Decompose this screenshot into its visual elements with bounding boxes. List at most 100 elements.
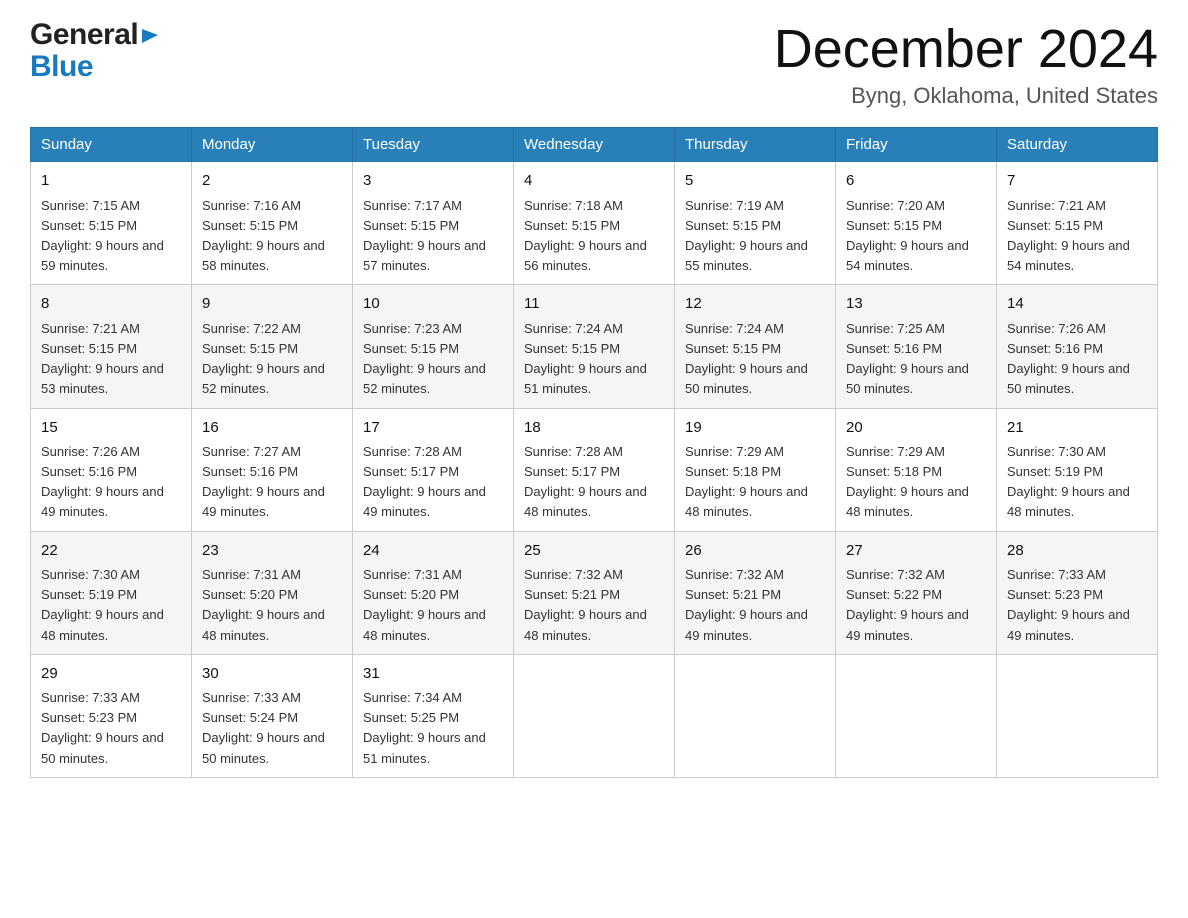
day-number: 13 xyxy=(846,293,986,316)
column-header-wednesday: Wednesday xyxy=(514,128,675,162)
day-number: 18 xyxy=(524,417,664,440)
calendar-cell: 21Sunrise: 7:30 AMSunset: 5:19 PMDayligh… xyxy=(997,408,1158,531)
day-info: Sunrise: 7:26 AMSunset: 5:16 PMDaylight:… xyxy=(41,442,181,523)
day-number: 12 xyxy=(685,293,825,316)
day-info: Sunrise: 7:32 AMSunset: 5:21 PMDaylight:… xyxy=(524,565,664,646)
day-number: 3 xyxy=(363,170,503,193)
day-number: 24 xyxy=(363,540,503,563)
location-subtitle: Byng, Oklahoma, United States xyxy=(774,83,1158,109)
calendar-week-row: 29Sunrise: 7:33 AMSunset: 5:23 PMDayligh… xyxy=(31,654,1158,777)
calendar-cell: 1 Sunrise: 7:15 AMSunset: 5:15 PMDaylight… xyxy=(31,162,192,285)
column-header-monday: Monday xyxy=(192,128,353,162)
day-info: Sunrise: 7:27 AMSunset: 5:16 PMDaylight:… xyxy=(202,442,342,523)
day-info: Sunrise: 7:22 AMSunset: 5:15 PMDaylight:… xyxy=(202,319,342,400)
day-number: 15 xyxy=(41,417,181,440)
calendar-week-row: 8 Sunrise: 7:21 AMSunset: 5:15 PMDaylight… xyxy=(31,285,1158,408)
day-number: 9 xyxy=(202,293,342,316)
day-info: Sunrise: 7:33 AMSunset: 5:23 PMDaylight:… xyxy=(41,688,181,769)
calendar-header-row: SundayMondayTuesdayWednesdayThursdayFrid… xyxy=(31,128,1158,162)
column-header-saturday: Saturday xyxy=(997,128,1158,162)
day-number: 11 xyxy=(524,293,664,316)
column-header-sunday: Sunday xyxy=(31,128,192,162)
day-number: 31 xyxy=(363,663,503,686)
day-info: Sunrise: 7:33 AMSunset: 5:24 PMDaylight:… xyxy=(202,688,342,769)
day-number: 23 xyxy=(202,540,342,563)
day-info: Sunrise: 7:30 AMSunset: 5:19 PMDaylight:… xyxy=(1007,442,1147,523)
calendar-cell: 25Sunrise: 7:32 AMSunset: 5:21 PMDayligh… xyxy=(514,531,675,654)
title-section: December 2024 Byng, Oklahoma, United Sta… xyxy=(774,20,1158,109)
calendar-cell: 19Sunrise: 7:29 AMSunset: 5:18 PMDayligh… xyxy=(675,408,836,531)
calendar-cell: 31Sunrise: 7:34 AMSunset: 5:25 PMDayligh… xyxy=(353,654,514,777)
day-info: Sunrise: 7:32 AMSunset: 5:22 PMDaylight:… xyxy=(846,565,986,646)
calendar-cell: 15Sunrise: 7:26 AMSunset: 5:16 PMDayligh… xyxy=(31,408,192,531)
day-number: 1 xyxy=(41,170,181,193)
day-info: Sunrise: 7:25 AMSunset: 5:16 PMDaylight:… xyxy=(846,319,986,400)
calendar-cell: 28Sunrise: 7:33 AMSunset: 5:23 PMDayligh… xyxy=(997,531,1158,654)
calendar-cell: 10Sunrise: 7:23 AMSunset: 5:15 PMDayligh… xyxy=(353,285,514,408)
logo-general-text: General xyxy=(30,20,138,50)
day-info: Sunrise: 7:20 AMSunset: 5:15 PMDaylight:… xyxy=(846,196,986,277)
calendar-cell: 9 Sunrise: 7:22 AMSunset: 5:15 PMDaylight… xyxy=(192,285,353,408)
calendar-cell: 24Sunrise: 7:31 AMSunset: 5:20 PMDayligh… xyxy=(353,531,514,654)
day-info: Sunrise: 7:21 AMSunset: 5:15 PMDaylight:… xyxy=(41,319,181,400)
day-info: Sunrise: 7:24 AMSunset: 5:15 PMDaylight:… xyxy=(685,319,825,400)
column-header-friday: Friday xyxy=(836,128,997,162)
calendar-cell: 4 Sunrise: 7:18 AMSunset: 5:15 PMDaylight… xyxy=(514,162,675,285)
day-info: Sunrise: 7:31 AMSunset: 5:20 PMDaylight:… xyxy=(363,565,503,646)
calendar-cell: 7 Sunrise: 7:21 AMSunset: 5:15 PMDaylight… xyxy=(997,162,1158,285)
day-number: 8 xyxy=(41,293,181,316)
calendar-cell: 18Sunrise: 7:28 AMSunset: 5:17 PMDayligh… xyxy=(514,408,675,531)
calendar-cell xyxy=(675,654,836,777)
calendar-cell: 12 Sunrise: 7:24 AMSunset: 5:15 PMDayligh… xyxy=(675,285,836,408)
day-number: 27 xyxy=(846,540,986,563)
day-number: 19 xyxy=(685,417,825,440)
day-info: Sunrise: 7:26 AMSunset: 5:16 PMDaylight:… xyxy=(1007,319,1147,400)
calendar-cell: 11 Sunrise: 7:24 AMSunset: 5:15 PMDayligh… xyxy=(514,285,675,408)
calendar-cell: 5Sunrise: 7:19 AMSunset: 5:15 PMDaylight… xyxy=(675,162,836,285)
day-number: 26 xyxy=(685,540,825,563)
calendar-cell: 29Sunrise: 7:33 AMSunset: 5:23 PMDayligh… xyxy=(31,654,192,777)
day-info: Sunrise: 7:15 AMSunset: 5:15 PMDaylight:… xyxy=(41,196,181,277)
calendar-week-row: 22Sunrise: 7:30 AMSunset: 5:19 PMDayligh… xyxy=(31,531,1158,654)
day-number: 5 xyxy=(685,170,825,193)
day-info: Sunrise: 7:33 AMSunset: 5:23 PMDaylight:… xyxy=(1007,565,1147,646)
day-number: 22 xyxy=(41,540,181,563)
day-info: Sunrise: 7:34 AMSunset: 5:25 PMDaylight:… xyxy=(363,688,503,769)
day-number: 2 xyxy=(202,170,342,193)
calendar-cell: 22Sunrise: 7:30 AMSunset: 5:19 PMDayligh… xyxy=(31,531,192,654)
day-number: 4 xyxy=(524,170,664,193)
calendar-cell: 3 Sunrise: 7:17 AMSunset: 5:15 PMDaylight… xyxy=(353,162,514,285)
calendar-cell: 26Sunrise: 7:32 AMSunset: 5:21 PMDayligh… xyxy=(675,531,836,654)
day-info: Sunrise: 7:23 AMSunset: 5:15 PMDaylight:… xyxy=(363,319,503,400)
logo-triangle-icon xyxy=(140,25,160,45)
calendar-cell: 8 Sunrise: 7:21 AMSunset: 5:15 PMDaylight… xyxy=(31,285,192,408)
logo-blue-text: Blue xyxy=(30,50,93,83)
logo: General Blue xyxy=(30,20,160,84)
calendar-table: SundayMondayTuesdayWednesdayThursdayFrid… xyxy=(30,127,1158,777)
calendar-cell: 16Sunrise: 7:27 AMSunset: 5:16 PMDayligh… xyxy=(192,408,353,531)
calendar-cell: 20Sunrise: 7:29 AMSunset: 5:18 PMDayligh… xyxy=(836,408,997,531)
day-number: 6 xyxy=(846,170,986,193)
day-info: Sunrise: 7:29 AMSunset: 5:18 PMDaylight:… xyxy=(846,442,986,523)
page-header: General Blue December 2024 Byng, Oklahom… xyxy=(30,20,1158,109)
day-info: Sunrise: 7:30 AMSunset: 5:19 PMDaylight:… xyxy=(41,565,181,646)
calendar-cell: 6 Sunrise: 7:20 AMSunset: 5:15 PMDaylight… xyxy=(836,162,997,285)
day-info: Sunrise: 7:29 AMSunset: 5:18 PMDaylight:… xyxy=(685,442,825,523)
day-info: Sunrise: 7:21 AMSunset: 5:15 PMDaylight:… xyxy=(1007,196,1147,277)
calendar-week-row: 15Sunrise: 7:26 AMSunset: 5:16 PMDayligh… xyxy=(31,408,1158,531)
day-number: 7 xyxy=(1007,170,1147,193)
column-header-tuesday: Tuesday xyxy=(353,128,514,162)
day-info: Sunrise: 7:28 AMSunset: 5:17 PMDaylight:… xyxy=(524,442,664,523)
month-title: December 2024 xyxy=(774,20,1158,79)
calendar-cell: 13 Sunrise: 7:25 AMSunset: 5:16 PMDayligh… xyxy=(836,285,997,408)
calendar-cell: 23Sunrise: 7:31 AMSunset: 5:20 PMDayligh… xyxy=(192,531,353,654)
calendar-cell: 27Sunrise: 7:32 AMSunset: 5:22 PMDayligh… xyxy=(836,531,997,654)
day-info: Sunrise: 7:24 AMSunset: 5:15 PMDaylight:… xyxy=(524,319,664,400)
day-info: Sunrise: 7:28 AMSunset: 5:17 PMDaylight:… xyxy=(363,442,503,523)
day-info: Sunrise: 7:16 AMSunset: 5:15 PMDaylight:… xyxy=(202,196,342,277)
day-info: Sunrise: 7:18 AMSunset: 5:15 PMDaylight:… xyxy=(524,196,664,277)
day-info: Sunrise: 7:17 AMSunset: 5:15 PMDaylight:… xyxy=(363,196,503,277)
day-info: Sunrise: 7:32 AMSunset: 5:21 PMDaylight:… xyxy=(685,565,825,646)
calendar-cell: 14Sunrise: 7:26 AMSunset: 5:16 PMDayligh… xyxy=(997,285,1158,408)
calendar-week-row: 1 Sunrise: 7:15 AMSunset: 5:15 PMDaylight… xyxy=(31,162,1158,285)
